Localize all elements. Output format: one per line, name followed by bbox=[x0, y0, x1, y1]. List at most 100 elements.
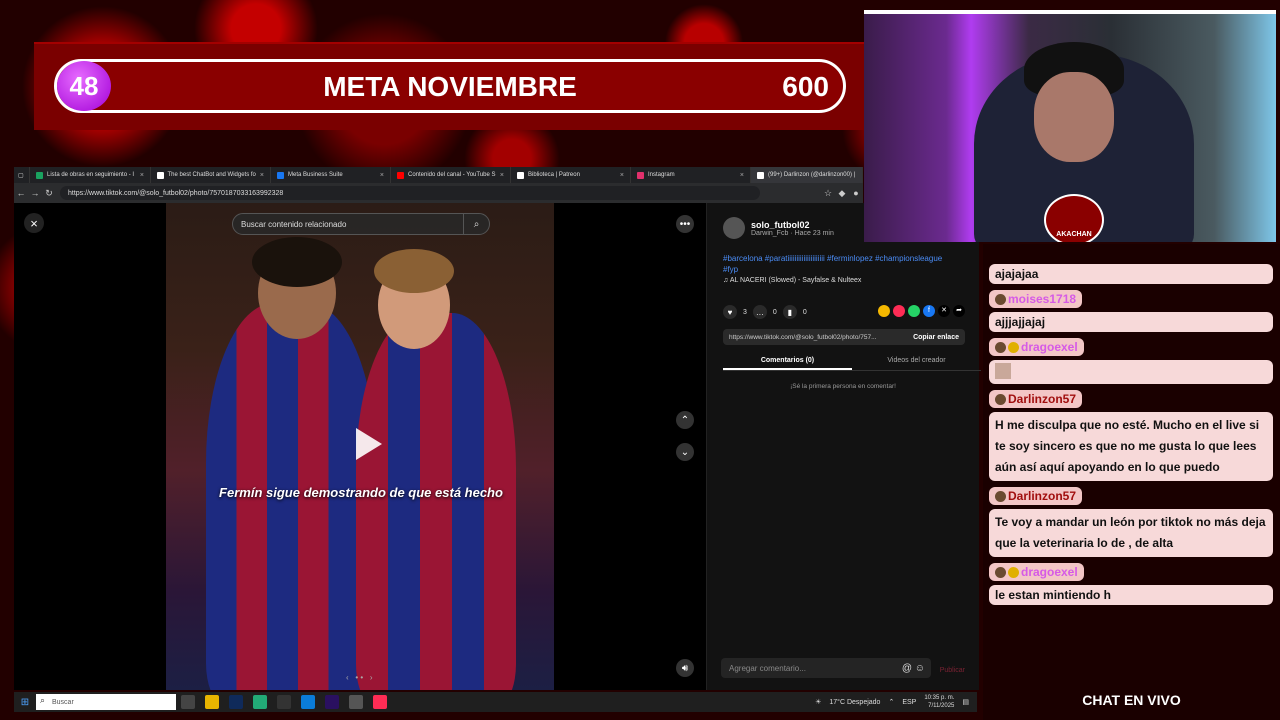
tray-chevron-icon[interactable]: ⌃ bbox=[888, 698, 894, 706]
chat-message: ajajajaa bbox=[989, 264, 1273, 284]
task-view-icon[interactable] bbox=[181, 695, 195, 709]
bookmark-icon[interactable]: ☆ bbox=[821, 188, 835, 199]
chat-username: dragoexel bbox=[989, 563, 1084, 581]
carousel-dots[interactable]: ‹ • • › bbox=[346, 673, 373, 682]
tab-comments[interactable]: Comentarios (0) bbox=[723, 353, 852, 370]
chat-message: ajjjajjajaj bbox=[989, 312, 1273, 332]
meta-icon bbox=[277, 171, 284, 179]
x-icon[interactable]: ✕ bbox=[938, 305, 950, 317]
search-icon[interactable]: ⌕ bbox=[463, 214, 489, 234]
save-count: 0 bbox=[802, 308, 807, 316]
app-icon[interactable] bbox=[253, 695, 267, 709]
sheets-icon bbox=[36, 171, 43, 179]
empty-comments-note: ¡Sé la primera persona en comentar! bbox=[790, 383, 896, 390]
browser-tab[interactable]: Lista de obras en seguimiento - I × bbox=[30, 167, 151, 183]
post-comment-button[interactable]: Publicar bbox=[940, 667, 965, 674]
lang-indicator[interactable]: ESP bbox=[902, 699, 916, 706]
tab-creator-videos[interactable]: Videos del creador bbox=[852, 353, 981, 370]
tab-actions-icon[interactable]: ▢ bbox=[14, 167, 30, 183]
share-icons: f ✕ ➦ bbox=[878, 305, 965, 317]
post-hashtags[interactable]: #barcelona #paratiiiiiiiiiiiiiiiiiiiii #… bbox=[723, 253, 953, 275]
notification-icon[interactable]: ▤ bbox=[962, 698, 969, 706]
comment-icon[interactable]: … bbox=[752, 305, 767, 319]
forward-icon[interactable]: → bbox=[28, 188, 42, 198]
reload-icon[interactable]: ↻ bbox=[42, 188, 56, 199]
photo-caption: Fermín sigue demostrando de que está hec… bbox=[219, 485, 503, 500]
player-figure bbox=[356, 313, 516, 690]
profile-icon[interactable]: ● bbox=[849, 188, 863, 198]
action-bar: ♥ 3 … 0 ▮ 0 bbox=[723, 305, 807, 319]
goal-target: 600 bbox=[782, 71, 829, 102]
chevron-down-icon[interactable]: ⌄ bbox=[676, 443, 694, 461]
close-tab-icon[interactable]: × bbox=[376, 172, 384, 179]
weather-text[interactable]: 17°C Despejado bbox=[829, 699, 880, 706]
player-head bbox=[374, 249, 454, 349]
browser-tab[interactable]: Meta Business Suite × bbox=[271, 167, 391, 183]
file-explorer-icon[interactable] bbox=[205, 695, 219, 709]
windows-taskbar: ⊞ Buscar ☀ 17°C Despejado ⌃ ESP 10:35 p.… bbox=[14, 692, 977, 712]
weather-icon[interactable]: ☀ bbox=[815, 698, 821, 706]
back-icon[interactable]: ← bbox=[14, 188, 28, 198]
taskbar-search-input[interactable]: Buscar bbox=[36, 694, 176, 710]
edge-icon[interactable] bbox=[301, 695, 315, 709]
close-tab-icon[interactable]: × bbox=[136, 172, 144, 179]
premiere-icon[interactable] bbox=[325, 695, 339, 709]
close-icon[interactable]: × bbox=[24, 213, 44, 233]
tiktok-app-icon[interactable] bbox=[373, 695, 387, 709]
avatar[interactable] bbox=[723, 217, 745, 239]
related-search-input[interactable]: Buscar contenido relacionado ⌕ bbox=[232, 213, 490, 235]
youtube-icon bbox=[397, 171, 404, 179]
coin-icon[interactable] bbox=[878, 305, 890, 317]
chat-username: moises1718 bbox=[989, 290, 1083, 308]
goal-progress-bar: 48 META NOVIEMBRE 600 bbox=[54, 59, 846, 113]
repost-icon[interactable] bbox=[893, 305, 905, 317]
close-tab-icon[interactable]: × bbox=[616, 172, 624, 179]
like-count: 3 bbox=[743, 308, 747, 316]
obs-icon[interactable] bbox=[277, 695, 291, 709]
chat-message-emote bbox=[989, 360, 1273, 384]
browser-tab[interactable]: Biblioteca | Patreon × bbox=[511, 167, 631, 183]
play-icon[interactable] bbox=[356, 428, 382, 460]
badge-icon bbox=[1008, 567, 1019, 579]
instagram-icon bbox=[637, 171, 644, 179]
browser-tab-active[interactable]: (99+) Darlinzon (@darlinzon00) | bbox=[751, 167, 863, 183]
share-link-field[interactable]: https://www.tiktok.com/@solo_futbol02/ph… bbox=[723, 329, 965, 345]
share-icon[interactable]: ➦ bbox=[953, 305, 965, 317]
app-icon[interactable] bbox=[349, 695, 363, 709]
whatsapp-icon[interactable] bbox=[908, 305, 920, 317]
tiktok-page: × Fermín sigue demostrando de que está h… bbox=[14, 203, 981, 690]
badge-icon bbox=[995, 567, 1006, 579]
more-options-icon[interactable]: ••• bbox=[676, 215, 694, 233]
chat-username: Darlinzon57 bbox=[989, 390, 1083, 408]
comment-count: 0 bbox=[772, 308, 777, 316]
browser-tab[interactable]: The best ChatBot and Widgets fo × bbox=[151, 167, 271, 183]
author-info[interactable]: solo_futbol02 Darwin_Fcb · Hace 23 min bbox=[723, 217, 834, 239]
mention-emoji-icon[interactable]: @ ☺ bbox=[902, 663, 925, 674]
music-info[interactable]: ♫ AL NACERI (Slowed) - Sayfalse & Nultee… bbox=[723, 277, 861, 284]
extensions-icon[interactable]: ◆ bbox=[835, 188, 849, 199]
facebook-icon[interactable]: f bbox=[923, 305, 935, 317]
author-name[interactable]: solo_futbol02 bbox=[751, 220, 834, 230]
close-tab-icon[interactable]: × bbox=[736, 172, 744, 179]
system-tray: ☀ 17°C Despejado ⌃ ESP 10:35 p. m. 7/11/… bbox=[815, 694, 977, 710]
close-tab-icon[interactable]: × bbox=[496, 172, 504, 179]
chat-message: le estan mintiendo h bbox=[989, 585, 1273, 605]
windows-start-icon[interactable]: ⊞ bbox=[18, 695, 32, 709]
close-tab-icon[interactable]: × bbox=[256, 172, 264, 179]
bookmark-icon[interactable]: ▮ bbox=[782, 305, 797, 319]
chevron-up-icon[interactable]: ⌃ bbox=[676, 411, 694, 429]
copy-link-button[interactable]: Copiar enlace bbox=[913, 334, 959, 341]
photoshop-icon[interactable] bbox=[229, 695, 243, 709]
browser-tab[interactable]: Contenido del canal - YouTube S × bbox=[391, 167, 511, 183]
badge-icon bbox=[995, 394, 1006, 406]
channel-logo: AKACHAN bbox=[1044, 194, 1104, 242]
url-field[interactable]: https://www.tiktok.com/@solo_futbol02/ph… bbox=[60, 186, 760, 200]
comment-input[interactable]: Agregar comentario... @ ☺ bbox=[721, 658, 931, 678]
like-icon[interactable]: ♥ bbox=[723, 305, 737, 319]
browser-tab[interactable]: Instagram × bbox=[631, 167, 751, 183]
goal-banner: 48 META NOVIEMBRE 600 bbox=[34, 42, 864, 130]
post-photo[interactable]: Fermín sigue demostrando de que está hec… bbox=[166, 203, 554, 690]
emote-icon bbox=[995, 363, 1011, 379]
volume-icon[interactable]: 🔊︎ bbox=[676, 659, 694, 677]
clock[interactable]: 10:35 p. m. 7/11/2025 bbox=[924, 694, 954, 710]
